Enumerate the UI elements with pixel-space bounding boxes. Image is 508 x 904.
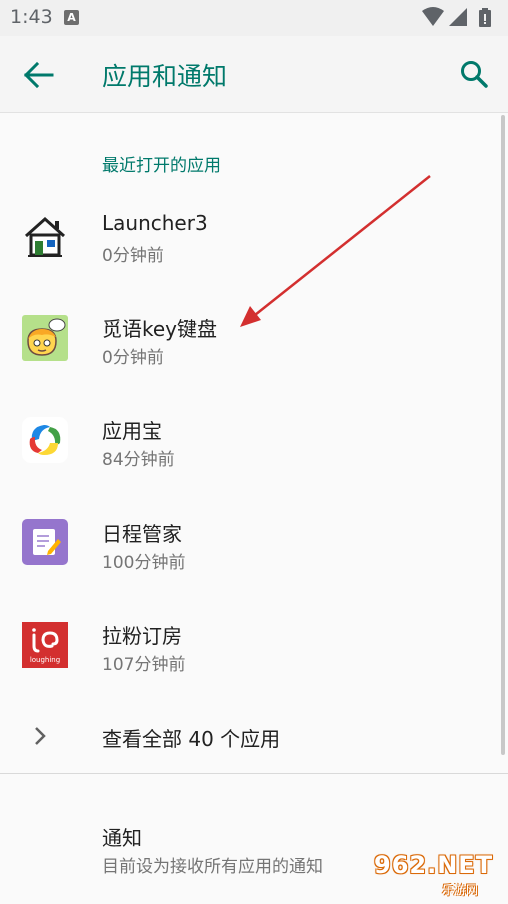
app-row-schedule[interactable]: 日程管家 100分钟前 [0,493,508,593]
watermark-subtext: 乐游网 [442,883,479,897]
app-bar: 应用和通知 [0,36,508,113]
app-name: 觅语key键盘 [102,317,218,341]
status-bar: 1:43 A [0,0,508,36]
launcher3-icon [24,216,66,257]
app-row-laughing[interactable]: loughing 拉粉订房 107分钟前 [0,595,508,695]
app-last-used: 100分钟前 [102,553,186,573]
see-all-apps-button[interactable]: 查看全部 40 个应用 [0,703,508,769]
status-time: 1:43 [10,6,53,28]
scrollbar[interactable] [501,115,505,755]
app-row-keyboard[interactable]: 觅语key键盘 0分钟前 [0,288,508,388]
notifications-title: 通知 [102,826,142,850]
app-name: 应用宝 [102,419,162,443]
see-all-apps-label: 查看全部 40 个应用 [102,727,281,751]
recent-apps-header: 最近打开的应用 [102,156,221,176]
search-icon[interactable] [456,56,492,92]
battery-icon [479,8,491,27]
signal-icon [449,8,467,26]
notifications-subtitle: 目前设为接收所有应用的通知 [102,857,323,877]
app-name: Launcher3 [102,211,208,235]
divider [0,773,508,774]
app-row-app-store[interactable]: 应用宝 84分钟前 [0,390,508,490]
app-last-used: 107分钟前 [102,655,186,675]
notification-badge-icon: A [64,10,79,25]
laughing-icon: loughing [22,622,68,668]
app-last-used: 84分钟前 [102,450,175,470]
app-last-used: 0分钟前 [102,348,164,368]
chevron-right-icon [35,727,46,745]
watermark-logo: 962.NET 乐游网 [368,850,502,898]
app-row-launcher3[interactable]: Launcher3 0分钟前 [0,186,508,286]
app-name: 拉粉订房 [102,624,182,648]
wifi-icon [422,7,444,26]
app-last-used: 0分钟前 [102,246,164,266]
keyboard-app-icon [22,315,68,361]
app-name: 日程管家 [102,522,182,546]
status-icons [422,7,491,27]
page-title: 应用和通知 [102,62,228,91]
watermark-text: 962.NET [374,851,494,879]
schedule-icon [22,519,68,565]
laughing-icon-text: loughing [30,656,60,664]
back-arrow-icon[interactable] [20,58,60,92]
app-store-icon [22,417,68,463]
